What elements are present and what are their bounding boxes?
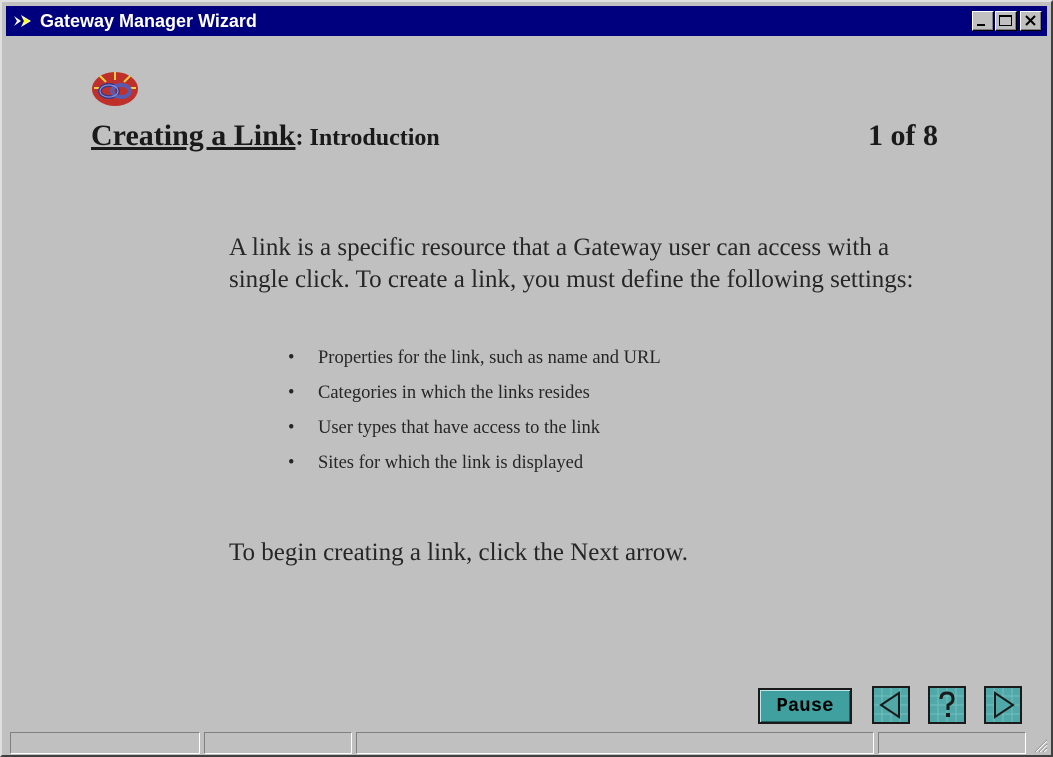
status-pane <box>10 732 200 754</box>
status-pane <box>878 732 1026 754</box>
list-item: Categories in which the links resides <box>288 382 661 417</box>
topic-subtitle: : Introduction <box>295 125 440 151</box>
intro-paragraph: A link is a specific resource that a Gat… <box>229 234 914 293</box>
maximize-icon <box>999 15 1012 26</box>
page-heading: Creating a Link: Introduction <box>91 119 440 153</box>
topic-title: Creating a Link <box>91 119 296 152</box>
list-item: Properties for the link, such as name an… <box>288 347 661 382</box>
wizard-app-icon <box>14 15 31 27</box>
status-bar <box>6 732 1048 756</box>
next-button[interactable] <box>984 686 1022 724</box>
title-bar[interactable]: Gateway Manager Wizard <box>6 6 1047 36</box>
status-pane <box>204 732 352 754</box>
right-arrow-icon <box>986 688 1020 722</box>
list-item: Sites for which the link is displayed <box>288 452 661 487</box>
status-pane <box>356 732 874 754</box>
resize-grip-icon[interactable] <box>1030 734 1048 754</box>
window-title: Gateway Manager Wizard <box>40 11 257 31</box>
list-item: User types that have access to the link <box>288 417 661 452</box>
close-button[interactable] <box>1020 11 1042 31</box>
left-arrow-icon <box>874 688 908 722</box>
maximize-button[interactable] <box>995 11 1017 31</box>
chain-link-logo-icon <box>92 72 138 106</box>
question-mark-icon <box>930 688 964 722</box>
wizard-window: Gateway Manager Wizard Creating a Link: … <box>0 0 1053 757</box>
pause-button[interactable]: Pause <box>758 688 852 724</box>
settings-list: Properties for the link, such as name an… <box>288 347 661 487</box>
previous-button[interactable] <box>872 686 910 724</box>
closing-instruction: To begin creating a link, click the Next… <box>229 539 688 566</box>
minimize-button[interactable] <box>972 11 994 31</box>
close-icon <box>1025 15 1036 26</box>
help-button[interactable] <box>928 686 966 724</box>
page-indicator: 1 of 8 <box>868 119 938 152</box>
minimize-icon <box>977 24 985 26</box>
